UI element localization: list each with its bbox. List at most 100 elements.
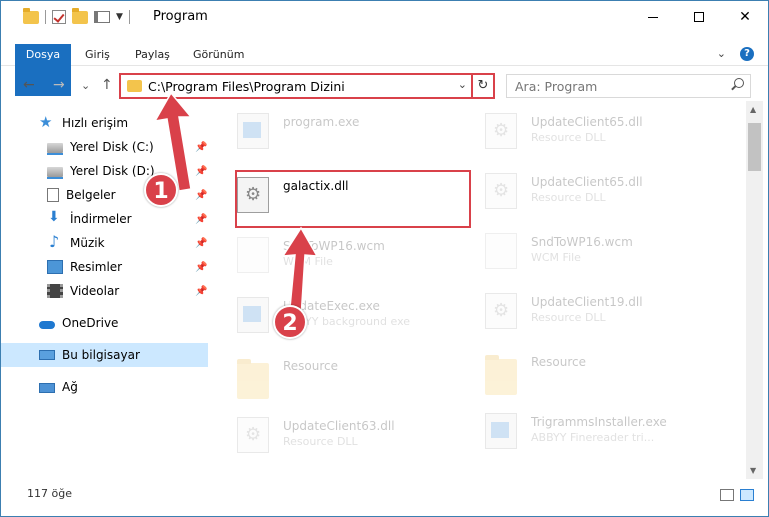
minimize-button[interactable] <box>630 1 676 33</box>
file-type: Resource DLL <box>531 191 606 204</box>
file-name: TrigrammsInstaller.exe <box>531 415 667 429</box>
step-badge-1: 1 <box>144 173 178 207</box>
forward-button[interactable]: → <box>53 77 65 93</box>
sidebar-item-this-pc[interactable]: Bu bilgisayar <box>1 343 208 367</box>
scroll-thumb[interactable] <box>748 123 761 171</box>
tab-home[interactable]: Giriş <box>85 44 110 66</box>
scroll-up-icon[interactable]: ▲ <box>750 105 756 114</box>
list-item-galactix-dll[interactable]: galactix.dll <box>213 169 453 221</box>
tab-view[interactable]: Görünüm <box>193 44 244 66</box>
title-bar: ▼ Program ✕ <box>1 1 768 34</box>
sidebar-item-network[interactable]: Ağ <box>1 375 208 399</box>
exe-file-icon <box>237 297 269 333</box>
sidebar-item-downloads[interactable]: İndirmeler 📌 <box>1 207 208 231</box>
folder-icon <box>127 80 142 92</box>
sidebar-item-videos[interactable]: Videolar 📌 <box>1 279 208 303</box>
file-name: UpdateClient19.dll <box>531 295 643 309</box>
up-button[interactable]: ↑ <box>101 77 113 93</box>
file-name: program.exe <box>283 115 360 129</box>
search-input[interactable]: Ara: Program <box>515 79 597 94</box>
close-button[interactable]: ✕ <box>722 1 768 33</box>
dll-file-icon <box>485 293 517 329</box>
ribbon-expand-icon[interactable]: ⌄ <box>717 47 726 61</box>
details-view-icon[interactable] <box>720 489 734 501</box>
folder-icon <box>485 355 517 395</box>
pin-icon: 📌 <box>195 214 208 225</box>
list-item[interactable]: SndToWP16.wcm WCM File <box>461 225 701 277</box>
dll-file-icon <box>485 173 517 209</box>
dll-file-icon <box>237 417 269 453</box>
disk-icon <box>47 167 63 179</box>
recent-locations-button[interactable]: ⌄ <box>81 79 90 92</box>
file-name: galactix.dll <box>283 179 349 193</box>
sidebar-item-label: İndirmeler <box>70 212 132 226</box>
search-box[interactable]: Ara: Program <box>506 74 751 98</box>
help-icon[interactable]: ? <box>740 47 754 61</box>
list-item[interactable]: TrigrammsInstaller.exe ABBYY Finereader … <box>461 405 701 457</box>
customize-icon[interactable] <box>94 11 110 23</box>
scroll-down-icon[interactable]: ▼ <box>750 466 756 475</box>
list-item[interactable]: SndToWP16.wcm WCM File <box>213 229 453 281</box>
list-item[interactable]: Resource <box>213 349 453 401</box>
file-type: Resource DLL <box>283 435 358 448</box>
disk-icon <box>47 143 63 155</box>
maximize-button[interactable] <box>676 1 722 33</box>
list-item[interactable]: UpdateClient65.dll Resource DLL <box>461 165 701 217</box>
document-icon <box>47 188 59 202</box>
music-icon <box>47 232 63 251</box>
navigation-bar: ← → ⌄ ↑ C:\Program Files\Program Dizini … <box>1 71 768 101</box>
vertical-scrollbar[interactable]: ▲ ▼ <box>746 101 763 479</box>
sidebar-item-pictures[interactable]: Resimler 📌 <box>1 255 208 279</box>
view-switcher <box>720 489 754 501</box>
address-dropdown-icon[interactable]: ⌄ <box>458 78 467 91</box>
tiles-view-icon[interactable] <box>740 489 754 501</box>
refresh-button[interactable]: ↻ <box>471 75 493 97</box>
network-icon <box>39 383 55 393</box>
sidebar-item-music[interactable]: Müzik 📌 <box>1 231 208 255</box>
file-type: Resource DLL <box>531 311 606 324</box>
step-badge-2: 2 <box>273 305 307 339</box>
pin-icon: 📌 <box>195 238 208 249</box>
list-item[interactable]: UpdateClient19.dll Resource DLL <box>461 285 701 337</box>
exe-file-icon <box>485 413 517 449</box>
file-type: Resource DLL <box>531 131 606 144</box>
tab-share[interactable]: Paylaş <box>135 44 170 66</box>
file-name: UpdateClient63.dll <box>283 419 395 433</box>
file-name: UpdateClient65.dll <box>531 175 643 189</box>
new-folder-icon[interactable] <box>72 7 88 24</box>
list-item[interactable]: Resource <box>461 345 701 397</box>
file-icon <box>237 237 269 273</box>
ribbon-right-controls: ⌄ ? <box>717 47 754 61</box>
sidebar-item-label: Yerel Disk (C:) <box>70 140 154 154</box>
sidebar-item-onedrive[interactable]: OneDrive <box>1 311 208 335</box>
divider <box>45 10 46 24</box>
qat-dropdown-icon[interactable]: ▼ <box>116 12 123 22</box>
exe-file-icon <box>237 113 269 149</box>
file-name: Resource <box>531 355 587 369</box>
folder-icon <box>237 359 269 399</box>
back-button[interactable]: ← <box>23 77 35 93</box>
window-controls: ✕ <box>630 1 768 33</box>
sidebar-item-label: Resimler <box>70 260 123 274</box>
pin-icon: 📌 <box>195 262 208 273</box>
file-type: ABBYY Finereader tri... <box>531 431 655 444</box>
maximize-icon <box>694 12 704 22</box>
sidebar-item-label: Hızlı erişim <box>62 116 129 130</box>
list-item[interactable]: UpdateClient63.dll Resource DLL <box>213 409 453 461</box>
sidebar-item-label: Videolar <box>70 284 120 298</box>
sidebar-item-label: OneDrive <box>62 316 119 330</box>
list-item[interactable]: UpdateClient65.dll Resource DLL <box>461 105 701 157</box>
search-icon[interactable] <box>730 78 744 92</box>
dll-file-icon <box>485 113 517 149</box>
minimize-icon <box>648 16 658 18</box>
file-name: UpdateClient65.dll <box>531 115 643 129</box>
list-item[interactable]: UpdateExec.exe ABBYY background exe <box>213 289 453 341</box>
properties-check-icon[interactable] <box>52 10 66 24</box>
list-item[interactable]: program.exe <box>213 105 453 157</box>
explorer-window: ▼ Program ✕ Dosya Giriş Paylaş Görünüm ⌄… <box>0 0 769 517</box>
item-count: 117 öğe <box>27 487 72 500</box>
sidebar-item-label: Ağ <box>62 380 78 394</box>
quick-access-toolbar: ▼ <box>23 7 130 24</box>
divider <box>128 10 130 24</box>
sidebar-item-label: Müzik <box>70 236 105 250</box>
